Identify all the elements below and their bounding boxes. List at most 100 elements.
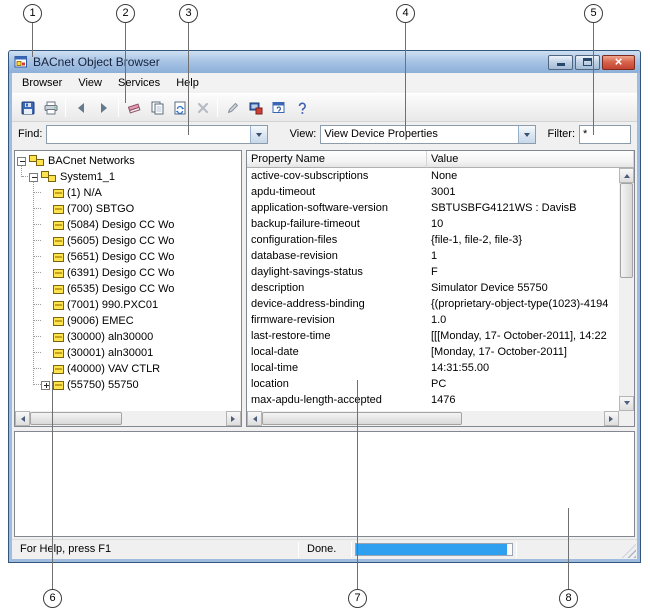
print-button[interactable] <box>39 97 62 119</box>
tree-item[interactable]: (5605) Desigo CC Wo <box>15 233 241 249</box>
device-icon <box>53 365 64 374</box>
property-name: active-cov-subscriptions <box>247 168 427 184</box>
property-row[interactable]: application-software-versionSBTUSBFG4121… <box>247 200 619 216</box>
help-button[interactable] <box>290 97 313 119</box>
tree-group-row[interactable]: System1_1 <box>15 169 241 185</box>
property-value: [[[Monday, 17- October-2011], 14:22 <box>427 328 619 344</box>
scrollbar-track[interactable] <box>262 411 604 426</box>
filter-input[interactable] <box>579 125 631 144</box>
edit-button[interactable] <box>221 97 244 119</box>
collapse-icon[interactable] <box>29 173 38 182</box>
property-row[interactable]: active-cov-subscriptionsNone <box>247 168 619 184</box>
scroll-right-button[interactable] <box>226 411 241 426</box>
column-header-value[interactable]: Value <box>427 151 634 168</box>
column-header-property-name[interactable]: Property Name <box>247 151 427 168</box>
device-icon <box>53 237 64 246</box>
tree-item[interactable]: (9006) EMEC <box>15 313 241 329</box>
callout-5: 5 <box>584 4 603 23</box>
property-row[interactable]: local-date[Monday, 17- October-2011] <box>247 344 619 360</box>
property-value: SBTUSBFG4121WS : DavisB <box>427 200 619 216</box>
tree-item[interactable]: (7001) 990.PXC01 <box>15 297 241 313</box>
property-row[interactable]: database-revision1 <box>247 248 619 264</box>
find-label: Find: <box>18 128 42 140</box>
view-combobox[interactable]: View Device Properties <box>320 125 535 144</box>
tree-item-label: (40000) VAV CTLR <box>67 363 160 375</box>
scrollbar-thumb[interactable] <box>262 412 462 425</box>
maximize-button[interactable] <box>575 55 600 70</box>
edit-icon <box>225 100 241 116</box>
view-dropdown-button[interactable] <box>518 126 535 143</box>
tree-item[interactable]: (40000) VAV CTLR <box>15 361 241 377</box>
back-button[interactable] <box>69 97 92 119</box>
scrollbar-track[interactable] <box>619 183 634 396</box>
menu-view[interactable]: View <box>70 73 110 93</box>
property-row[interactable]: configuration-files{file-1, file-2, file… <box>247 232 619 248</box>
device-icon <box>53 333 64 342</box>
status-bar: For Help, press F1 Done. <box>12 539 637 559</box>
property-name: application-software-version <box>247 200 427 216</box>
scroll-up-button[interactable] <box>619 168 634 183</box>
scrollbar-thumb[interactable] <box>30 412 122 425</box>
menu-services[interactable]: Services <box>110 73 168 93</box>
tree-root-label: BACnet Networks <box>48 155 135 167</box>
tree-item[interactable]: (55750) 55750 <box>15 377 241 393</box>
delete-icon <box>195 100 211 116</box>
scroll-right-button[interactable] <box>604 411 619 426</box>
callout-line-1 <box>32 23 33 57</box>
property-row[interactable]: locationPC <box>247 376 619 392</box>
toolbar <box>12 93 637 122</box>
filter-bar: Find: View: View Device Properties Filte… <box>12 122 637 146</box>
property-row[interactable]: last-restore-time[[[Monday, 17- October-… <box>247 328 619 344</box>
property-row[interactable]: device-address-binding{(proprietary-obje… <box>247 296 619 312</box>
find-combobox[interactable] <box>46 125 267 144</box>
close-button[interactable] <box>602 55 635 70</box>
find-dropdown-button[interactable] <box>250 126 267 143</box>
device-icon <box>53 381 64 390</box>
tree-item[interactable]: (30000) aln30000 <box>15 329 241 345</box>
output-panel <box>14 431 635 537</box>
tree-root-row[interactable]: BACnet Networks <box>15 153 241 169</box>
expand-icon[interactable] <box>41 381 50 390</box>
tree-item[interactable]: (1) N/A <box>15 185 241 201</box>
scroll-left-button[interactable] <box>247 411 262 426</box>
scroll-down-button[interactable] <box>619 396 634 411</box>
scrollbar-corner <box>619 411 634 426</box>
title-bar[interactable]: BACnet Object Browser <box>9 51 640 73</box>
properties-button[interactable] <box>244 97 267 119</box>
tree-item[interactable]: (6535) Desigo CC Wo <box>15 281 241 297</box>
delete-button[interactable] <box>191 97 214 119</box>
save-button[interactable] <box>16 97 39 119</box>
tree-item[interactable]: (5651) Desigo CC Wo <box>15 249 241 265</box>
menu-browser[interactable]: Browser <box>14 73 70 93</box>
minimize-button[interactable] <box>548 55 573 70</box>
property-row[interactable]: apdu-timeout3001 <box>247 184 619 200</box>
tree-item[interactable]: (6391) Desigo CC Wo <box>15 265 241 281</box>
property-row[interactable]: descriptionSimulator Device 55750 <box>247 280 619 296</box>
property-row[interactable]: daylight-savings-statusF <box>247 264 619 280</box>
network-tree[interactable]: BACnet Networks System1_1 (1) N/A (700) … <box>15 151 241 411</box>
tree-horizontal-scrollbar[interactable] <box>15 411 241 426</box>
forward-icon <box>96 100 112 116</box>
property-table[interactable]: active-cov-subscriptionsNone apdu-timeou… <box>247 168 619 411</box>
tree-item[interactable]: (30001) aln30001 <box>15 345 241 361</box>
tree-item[interactable]: (5084) Desigo CC Wo <box>15 217 241 233</box>
scroll-left-button[interactable] <box>15 411 30 426</box>
erase-icon <box>126 100 142 116</box>
network-tree-panel: BACnet Networks System1_1 (1) N/A (700) … <box>14 150 242 427</box>
property-row[interactable]: local-time14:31:55.00 <box>247 360 619 376</box>
property-row[interactable]: backup-failure-timeout10 <box>247 216 619 232</box>
context-help-button[interactable] <box>267 97 290 119</box>
chevron-down-icon <box>524 133 530 140</box>
filter-label: Filter: <box>548 128 576 140</box>
scrollbar-thumb[interactable] <box>620 183 633 278</box>
collapse-icon[interactable] <box>17 157 26 166</box>
copy-button[interactable] <box>145 97 168 119</box>
forward-button[interactable] <box>92 97 115 119</box>
property-horizontal-scrollbar[interactable] <box>247 411 619 426</box>
property-row[interactable]: max-apdu-length-accepted1476 <box>247 392 619 408</box>
tree-item[interactable]: (700) SBTGO <box>15 201 241 217</box>
property-row[interactable]: firmware-revision1.0 <box>247 312 619 328</box>
scrollbar-track[interactable] <box>30 411 226 426</box>
property-name: device-address-binding <box>247 296 427 312</box>
property-vertical-scrollbar[interactable] <box>619 168 634 411</box>
